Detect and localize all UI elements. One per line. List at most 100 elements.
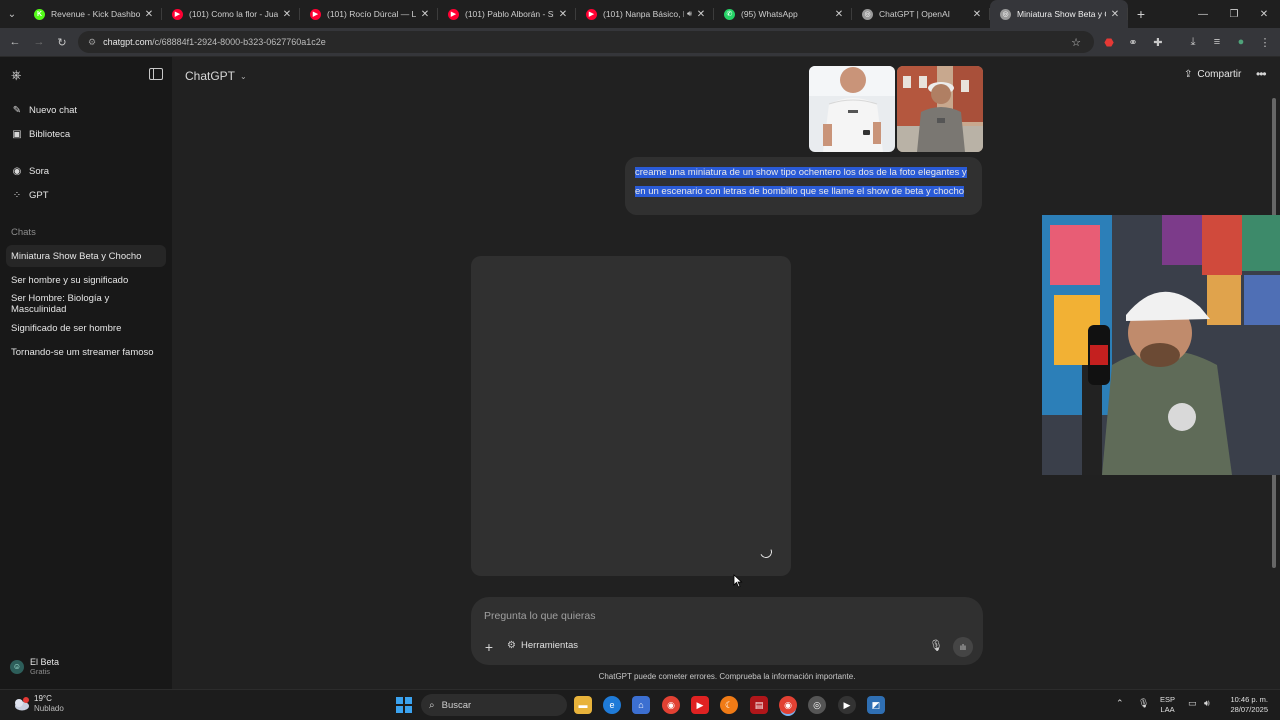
sliders-icon: ⚙ <box>507 640 516 651</box>
library-icon: ▣ <box>12 128 22 140</box>
sidebar-chat-item[interactable]: Ser Hombre: Biología y Masculinidad <box>6 293 166 315</box>
sidebar-chat-item[interactable]: Miniatura Show Beta y Chocho <box>6 245 166 267</box>
sidebar-item-sora[interactable]: ◉ Sora <box>6 160 166 182</box>
sidebar-chat-item[interactable]: Tornando-se um streamer famoso <box>6 341 166 363</box>
firefox-icon[interactable]: ☾ <box>720 696 738 714</box>
sidebar-chat-item[interactable]: Significado de ser hombre <box>6 317 166 339</box>
obs-icon[interactable]: ◎ <box>808 696 826 714</box>
mouse-cursor-icon <box>733 574 743 588</box>
search-icon: ⌕ <box>429 699 435 711</box>
download-icon[interactable]: ⤓ <box>1185 34 1201 50</box>
reading-list-icon[interactable]: ≡ <box>1209 34 1225 50</box>
extension-link-icon[interactable]: ⚭ <box>1125 34 1141 50</box>
browser-tab[interactable]: ◎ Miniatura Show Beta y Ch ✕ <box>990 0 1128 28</box>
close-window-icon[interactable]: ✕ <box>1248 0 1280 28</box>
chat-title: Tornando-se um streamer famoso <box>11 346 154 358</box>
file-explorer-icon[interactable]: ▬ <box>574 696 592 714</box>
tab-close-icon[interactable]: ✕ <box>558 9 568 20</box>
address-bar[interactable]: ⚙ chatgpt.com/c/68884f1-2924-8000-b323-0… <box>78 31 1094 53</box>
webcam-overlay <box>1042 215 1280 475</box>
chat-title: Significado de ser hombre <box>11 322 122 334</box>
reload-icon[interactable]: ↻ <box>54 34 70 50</box>
browser-tab[interactable]: ◎ ChatGPT | OpenAI ✕ <box>852 0 990 28</box>
app-window-icon[interactable]: ◩ <box>867 696 885 714</box>
tab-favicon-icon: ▶ <box>310 8 321 20</box>
avatar: ☺ <box>10 659 24 674</box>
site-info-icon[interactable]: ⚙ <box>88 37 96 48</box>
minimize-icon[interactable]: — <box>1187 0 1219 28</box>
browser-tab[interactable]: ▶ (101) Rocío Dúrcal — La C ✕ <box>300 0 438 28</box>
model-name: ChatGPT <box>185 69 236 83</box>
grid-icon: ⁘ <box>12 189 22 201</box>
browser-tab[interactable]: ✆ (95) WhatsApp ✕ <box>714 0 852 28</box>
tab-favicon-icon: ✆ <box>724 8 735 20</box>
edge-browser-icon[interactable]: e <box>603 696 621 714</box>
tab-close-icon[interactable]: ✕ <box>972 9 982 20</box>
tab-close-icon[interactable]: ✕ <box>144 9 154 20</box>
tab-search-chevron-icon[interactable]: ⌄ <box>0 0 24 28</box>
tab-close-icon[interactable]: ✕ <box>834 9 844 20</box>
uploaded-photo-1[interactable] <box>809 66 895 152</box>
uploaded-photo-2[interactable] <box>897 66 983 152</box>
tools-button[interactable]: ⚙ Herramientas <box>507 640 578 651</box>
tray-chevron-up-icon[interactable]: ⌃ <box>1116 698 1124 709</box>
taskbar-search[interactable]: ⌕ Buscar <box>421 694 567 716</box>
clock-time: 10:46 p. m. <box>1230 695 1268 704</box>
sidebar-item-gpt[interactable]: ⁘ GPT <box>6 184 166 206</box>
extension-record-icon[interactable]: ⬣ <box>1101 34 1117 50</box>
pencil-square-icon: ✎ <box>12 104 22 116</box>
volume-icon[interactable]: 🔊︎ <box>1204 698 1210 709</box>
user-account-button[interactable]: ☺ El Beta Gratis <box>10 657 59 676</box>
clock[interactable]: 10:46 p. m. 28/07/2025 <box>1220 695 1268 715</box>
tab-audio-icon[interactable]: 🔊︎ <box>687 9 692 19</box>
sidebar-item-library[interactable]: ▣ Biblioteca <box>6 123 166 145</box>
app-badge-icon[interactable]: ▤ <box>750 696 768 714</box>
tab-close-icon[interactable]: ✕ <box>696 9 706 20</box>
restore-icon[interactable]: ❐ <box>1218 0 1250 28</box>
weather-widget[interactable]: 19°C Nublado <box>12 694 64 714</box>
weather-condition: Nublado <box>34 704 64 713</box>
browser-tab-strip: ⌄ K Revenue - Kick Dashboard ✕ ▶ (101) Como … <box>0 0 1280 28</box>
new-tab-button[interactable]: + <box>1128 0 1154 28</box>
chrome-icon[interactable]: ◉ <box>662 696 680 714</box>
attach-plus-icon[interactable]: + <box>481 639 497 655</box>
browser-tab[interactable]: ▶ (101) Como la flor - Juan ✕ <box>162 0 300 28</box>
extensions-puzzle-icon[interactable]: ✚ <box>1150 34 1166 50</box>
tray-mic-icon[interactable]: 🎙︎ <box>1138 698 1149 709</box>
voice-mode-icon[interactable]: ılı <box>953 637 973 657</box>
prompt-input[interactable] <box>484 607 924 625</box>
youtube-icon[interactable]: ▶ <box>691 696 709 714</box>
network-icon[interactable]: ▭ <box>1188 698 1197 709</box>
sidebar-item-label: Sora <box>29 165 50 177</box>
bookmark-star-icon[interactable]: ☆ <box>1068 34 1084 50</box>
openai-logo-icon[interactable]: ⎈ <box>11 68 25 82</box>
tab-close-icon[interactable]: ✕ <box>1110 9 1120 20</box>
taskbar: 19°C Nublado ⌕ Buscar ▬ e ⌂ ◉ ▶ ☾ ▤ ◉ ◎ … <box>0 689 1280 720</box>
cloud-icon <box>15 697 29 711</box>
store-icon[interactable]: ⌂ <box>632 696 650 714</box>
sidebar-item-new-chat[interactable]: ✎ Nuevo chat <box>6 99 166 121</box>
browser-menu-icon[interactable]: ⋮ <box>1257 34 1273 50</box>
browser-toolbar: ← → ↻ ⚙ chatgpt.com/c/68884f1-2924-8000-… <box>0 28 1280 56</box>
forward-arrow-icon[interactable]: → <box>31 34 47 50</box>
microphone-icon[interactable]: 🎙︎ <box>929 639 943 652</box>
windows-start-icon[interactable] <box>396 697 412 713</box>
media-player-icon[interactable]: ▶ <box>838 696 856 714</box>
share-button[interactable]: ⇪ Compartir <box>1184 69 1241 80</box>
sidebar-toggle-icon[interactable] <box>149 68 163 80</box>
browser-tab[interactable]: ▶ (101) Nanpa Básico, B 🔊︎ ✕ <box>576 0 714 28</box>
model-picker[interactable]: ChatGPT ⌄ <box>185 69 247 83</box>
browser-tab[interactable]: K Revenue - Kick Dashboard ✕ <box>24 0 162 28</box>
search-label: Buscar <box>441 699 472 711</box>
sidebar-item-label: Nuevo chat <box>29 104 78 116</box>
chrome-active-icon[interactable]: ◉ <box>779 696 797 714</box>
back-arrow-icon[interactable]: ← <box>7 34 23 50</box>
sidebar-chat-item[interactable]: Ser hombre y su significado <box>6 269 166 291</box>
more-options-icon[interactable]: ••• <box>1256 67 1267 81</box>
tab-close-icon[interactable]: ✕ <box>420 9 430 20</box>
browser-tab[interactable]: ▶ (101) Pablo Alborán - Si H ✕ <box>438 0 576 28</box>
profile-avatar-icon[interactable]: ● <box>1233 34 1249 50</box>
tab-close-icon[interactable]: ✕ <box>282 9 292 20</box>
language-indicator[interactable]: ESP LAA <box>1160 695 1175 715</box>
tools-label: Herramientas <box>520 640 578 651</box>
